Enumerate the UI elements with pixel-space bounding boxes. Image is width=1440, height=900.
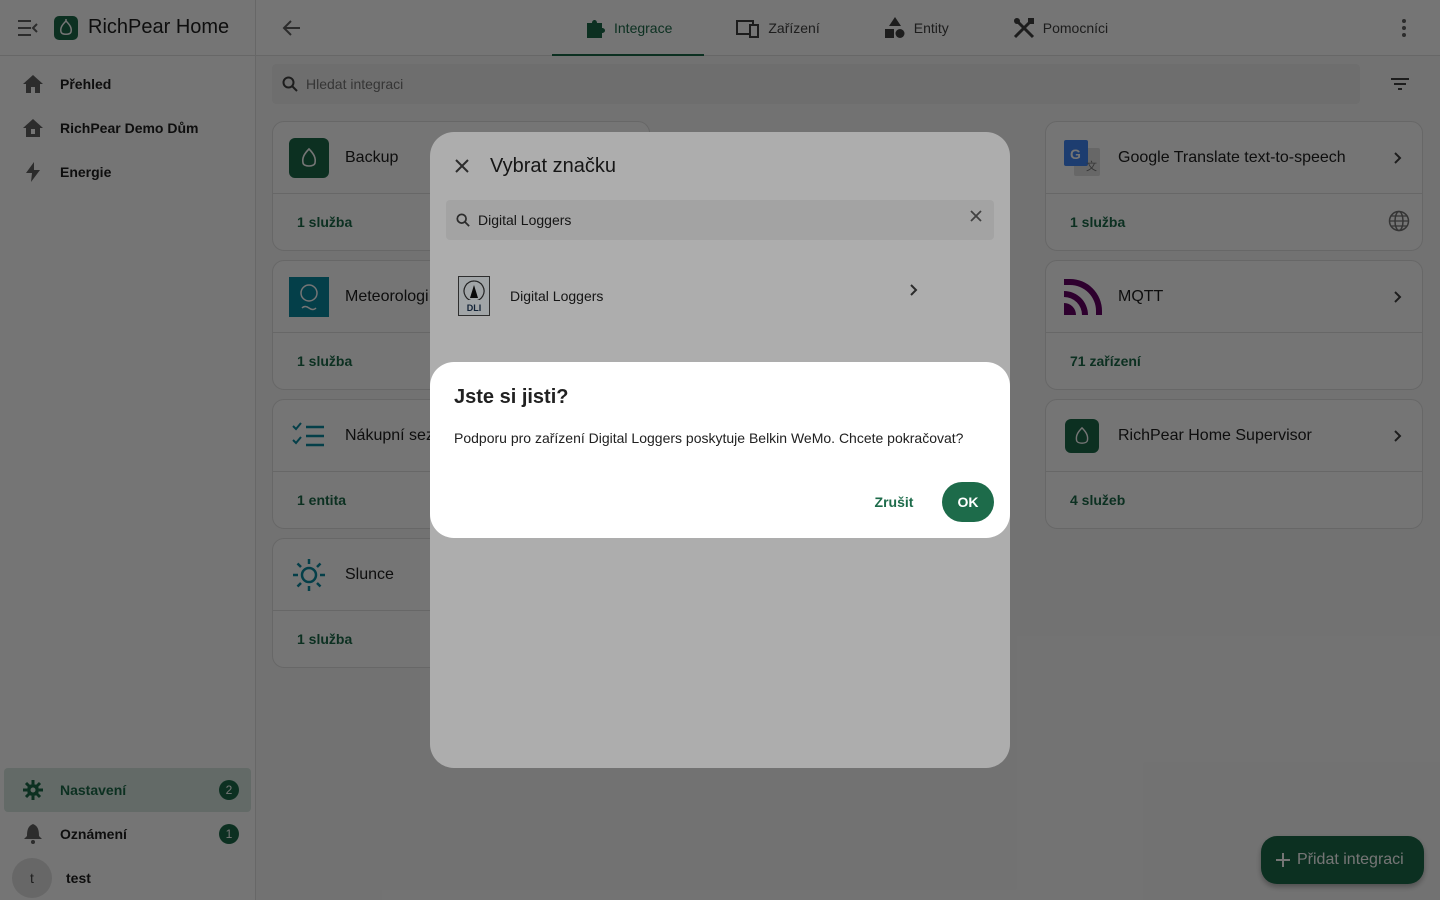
confirm-dialog: Jste si jisti? Podporu pro zařízení Digi… [430, 362, 1010, 538]
confirm-title: Jste si jisti? [454, 386, 569, 408]
ok-button[interactable]: OK [942, 482, 994, 522]
confirm-message: Podporu pro zařízení Digital Loggers pos… [454, 430, 964, 446]
cancel-button[interactable]: Zrušit [860, 482, 928, 522]
